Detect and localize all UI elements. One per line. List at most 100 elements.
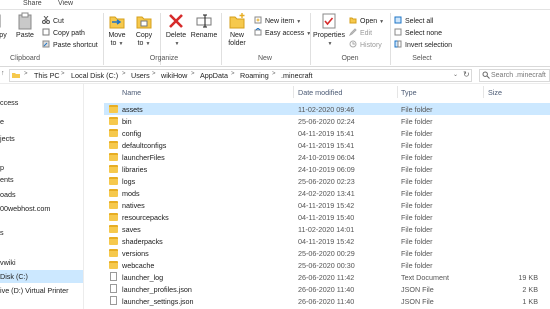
cut-button[interactable]: Cut bbox=[42, 15, 64, 25]
history-button[interactable]: History bbox=[349, 40, 382, 49]
file-row[interactable]: launcher_settings.json 26-06-2020 11:40 JS… bbox=[104, 295, 550, 307]
breadcrumb-wikihow[interactable]: wikiHow bbox=[161, 71, 187, 80]
file-row[interactable]: natives 04-11-2019 15:42 File folder bbox=[104, 199, 550, 211]
nav-item[interactable]: ents bbox=[0, 173, 83, 186]
chevron-down-icon: ▼ bbox=[118, 41, 124, 47]
column-header-type[interactable]: Type bbox=[401, 88, 417, 97]
nav-item[interactable] bbox=[0, 296, 83, 309]
up-arrow-icon[interactable]: ↑ bbox=[1, 70, 5, 77]
copy-button[interactable]: py bbox=[0, 12, 10, 40]
file-type: File folder bbox=[401, 225, 433, 234]
file-row[interactable]: launcherFiles 24-10-2019 06:04 File folder bbox=[104, 151, 550, 163]
file-row[interactable]: resourcepacks 04-11-2019 15:40 File folder bbox=[104, 211, 550, 223]
chevron-down-icon: ▼ bbox=[174, 41, 180, 47]
paste-shortcut-button[interactable]: Paste shortcut bbox=[42, 40, 98, 49]
open-button[interactable]: Open ▼ bbox=[349, 16, 384, 25]
chevron-down-icon: ▼ bbox=[296, 19, 302, 25]
copy-to-button[interactable]: Copy to ▼ bbox=[132, 12, 156, 48]
breadcrumb-local-disk[interactable]: Local Disk (C:) bbox=[71, 71, 118, 80]
nav-item[interactable] bbox=[0, 238, 83, 251]
breadcrumb-roaming[interactable]: Roaming bbox=[240, 71, 269, 80]
file-type: JSON File bbox=[401, 285, 434, 294]
new-group-label: New bbox=[257, 55, 272, 62]
file-name: versions bbox=[122, 249, 149, 258]
file-row[interactable]: saves 11-02-2020 14:01 File folder bbox=[104, 223, 550, 235]
rename-button[interactable]: Rename bbox=[190, 12, 218, 40]
properties-button[interactable]: Properties ▼ bbox=[312, 12, 346, 48]
file-row[interactable]: webcache 25-06-2020 00:30 File folder bbox=[104, 259, 550, 271]
file-row[interactable]: launcher_log 26-06-2020 11:42 Text Documen… bbox=[104, 271, 550, 283]
chevron-down-icon: ▼ bbox=[145, 41, 151, 47]
refresh-icon[interactable]: ↻ bbox=[463, 70, 470, 79]
nav-item[interactable]: jects bbox=[0, 132, 83, 145]
folder-icon bbox=[109, 117, 118, 125]
file-date: 25-06-2020 00:30 bbox=[298, 261, 355, 270]
copy-path-icon bbox=[42, 28, 50, 36]
ribbon-separator bbox=[103, 13, 104, 65]
file-row[interactable]: launcher_profiles.json 26-06-2020 11:40 JS… bbox=[104, 283, 550, 295]
breadcrumb-minecraft[interactable]: .minecraft bbox=[281, 71, 313, 80]
file-name: saves bbox=[122, 225, 141, 234]
file-row[interactable]: versions 25-06-2020 00:29 File folder bbox=[104, 247, 550, 259]
delete-button[interactable]: Delete ▼ bbox=[164, 12, 188, 48]
address-bar[interactable]: > This PC > Local Disk (C:) > Users > wi… bbox=[9, 69, 472, 82]
new-item-button[interactable]: New item ▼ bbox=[254, 16, 301, 25]
column-divider[interactable] bbox=[293, 86, 294, 98]
new-item-icon bbox=[254, 16, 262, 24]
copy-to-label-line1: Copy bbox=[135, 32, 153, 39]
history-icon bbox=[349, 40, 357, 48]
file-row[interactable]: config 04-11-2019 15:41 File folder bbox=[104, 127, 550, 139]
file-row[interactable]: shaderpacks 04-11-2019 15:42 File folder bbox=[104, 235, 550, 247]
file-date: 26-06-2020 11:42 bbox=[298, 273, 355, 282]
file-date: 24-02-2020 13:41 bbox=[298, 189, 355, 198]
breadcrumb-this-pc[interactable]: This PC bbox=[34, 71, 60, 80]
file-row[interactable]: libraries 24-10-2019 06:09 File folder bbox=[104, 163, 550, 175]
select-all-button[interactable]: Select all bbox=[394, 16, 433, 25]
new-folder-button[interactable]: New folder bbox=[224, 12, 250, 48]
file-row[interactable]: mods 24-02-2020 13:41 File folder bbox=[104, 187, 550, 199]
nav-item[interactable]: 00webhost.com bbox=[0, 202, 83, 215]
edit-button[interactable]: Edit bbox=[348, 28, 372, 37]
invert-selection-button[interactable]: Invert selection bbox=[394, 40, 452, 49]
breadcrumb-appdata[interactable]: AppData bbox=[200, 71, 228, 80]
nav-item[interactable]: vwiki bbox=[0, 256, 83, 269]
nav-item[interactable]: e bbox=[0, 115, 83, 128]
nav-item[interactable]: oads bbox=[0, 188, 83, 201]
clipboard-group-label: Clipboard bbox=[10, 55, 40, 62]
file-type: File folder bbox=[401, 129, 433, 138]
file-row[interactable]: assets 11-02-2020 09:46 File folder bbox=[104, 103, 550, 115]
file-name: resourcepacks bbox=[122, 213, 169, 222]
easy-access-button[interactable]: Easy access ▼ bbox=[254, 27, 311, 37]
select-none-button[interactable]: Select none bbox=[394, 28, 442, 37]
move-to-label-line2: to ▼ bbox=[106, 40, 128, 48]
cut-label: Cut bbox=[53, 18, 64, 25]
copy-path-button[interactable]: Copy path bbox=[42, 28, 85, 37]
chevron-right-icon: > bbox=[231, 71, 235, 77]
chevron-down-icon[interactable]: ⌄ bbox=[453, 71, 458, 78]
search-box[interactable]: Search .minecraft bbox=[479, 69, 550, 82]
tab-share[interactable]: Share bbox=[23, 0, 42, 7]
column-header-name[interactable]: Name bbox=[122, 88, 141, 97]
file-row[interactable]: defaultconfigs 04-11-2019 15:41 File folde… bbox=[104, 139, 550, 151]
nav-item-local-disk[interactable]: Disk (C:) bbox=[0, 270, 83, 283]
nav-item[interactable]: ccess bbox=[0, 96, 83, 109]
file-date: 04-11-2019 15:40 bbox=[298, 213, 355, 222]
column-header-size[interactable]: Size bbox=[488, 88, 502, 97]
rename-icon bbox=[195, 12, 213, 30]
new-folder-label-line1: New bbox=[229, 32, 244, 39]
tab-view[interactable]: View bbox=[58, 0, 73, 7]
file-name: defaultconfigs bbox=[122, 141, 167, 150]
breadcrumb-users[interactable]: Users bbox=[131, 71, 150, 80]
move-to-button[interactable]: Move to ▼ bbox=[106, 12, 128, 48]
file-row[interactable]: logs 25-06-2020 02:23 File folder bbox=[104, 175, 550, 187]
file-date: 25-06-2020 02:24 bbox=[298, 117, 355, 126]
paste-button[interactable]: Paste bbox=[14, 12, 36, 40]
search-input[interactable]: Search .minecraft bbox=[491, 72, 546, 79]
file-size: 1 KB bbox=[522, 297, 538, 306]
file-row[interactable]: bin 25-06-2020 02:24 File folder bbox=[104, 115, 550, 127]
column-divider[interactable] bbox=[483, 86, 484, 98]
file-size: 19 KB bbox=[518, 273, 538, 282]
folder-icon bbox=[109, 249, 118, 257]
column-header-date[interactable]: Date modified bbox=[298, 88, 342, 97]
column-divider[interactable] bbox=[397, 86, 398, 98]
